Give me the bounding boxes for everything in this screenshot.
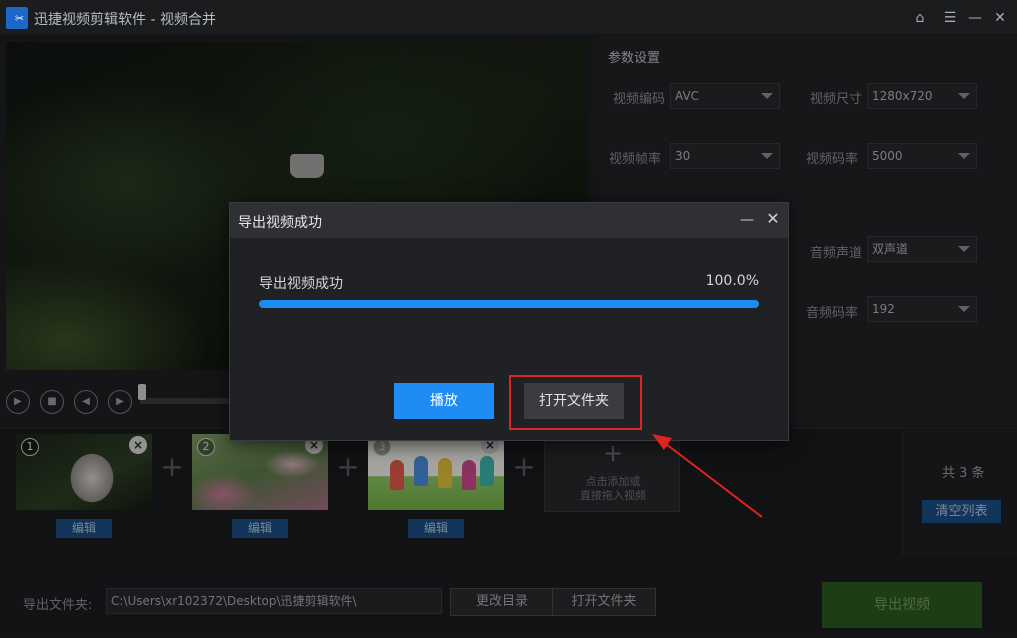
arrow-shaft bbox=[665, 443, 763, 518]
annotation-arrow bbox=[652, 434, 763, 518]
arrow-head bbox=[652, 434, 672, 450]
